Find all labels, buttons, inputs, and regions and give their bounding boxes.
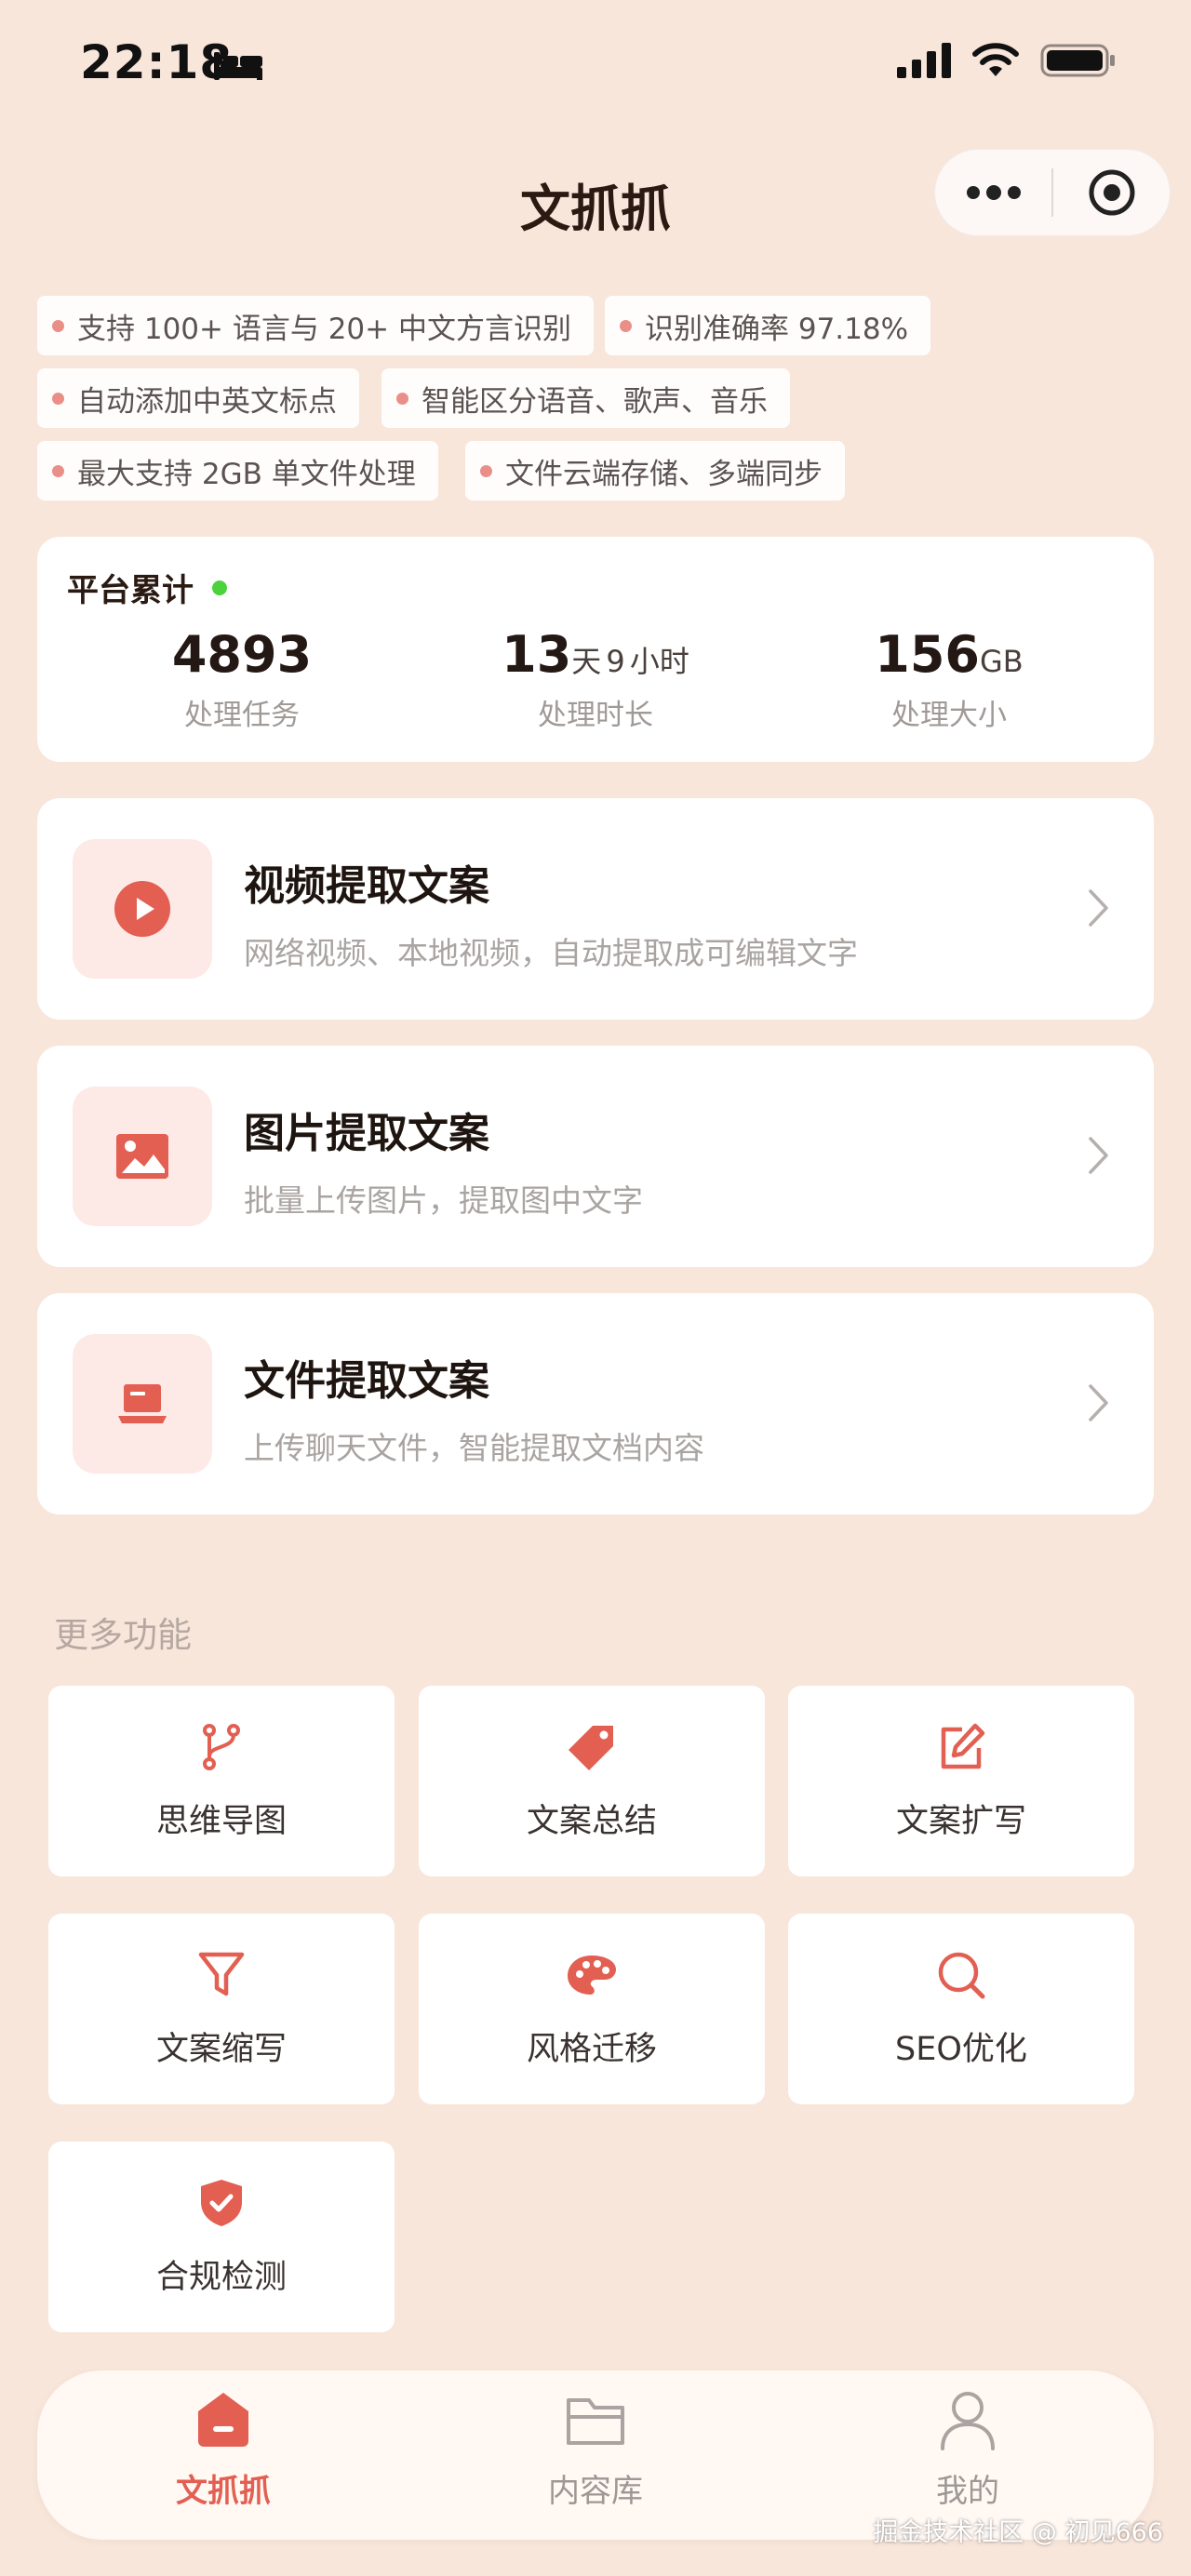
stat-duration-label: 处理时长 [538, 699, 653, 732]
tag-dot [396, 392, 408, 405]
video-icon-box [73, 839, 212, 979]
stat-size: 156GB 处理大小 [763, 625, 1135, 733]
feature-tag: 支持 100+ 语言与 20+ 中文方言识别 [37, 296, 594, 355]
platform-stats-card: 平台累计 4893 处理任务 13天 9 小时 处理时长 156GB 处理大小 [37, 537, 1154, 762]
more-icon [966, 185, 1021, 200]
edit-icon [941, 1723, 985, 1769]
tag-dot [52, 464, 64, 477]
image-icon-box [73, 1087, 212, 1226]
tag-dot [480, 464, 492, 477]
feature-tag: 自动添加中英文标点 [37, 368, 359, 428]
tag-dot [52, 392, 64, 405]
chevron-right-icon [1089, 1137, 1108, 1174]
tool-mind-map[interactable]: 思维导图 [48, 1686, 395, 1876]
tag-label: 智能区分语音、歌声、音乐 [422, 384, 768, 419]
tag-label: 识别准确率 97.18% [645, 312, 909, 346]
stat-hours-value: 9 [606, 644, 625, 679]
feature-tag: 智能区分语音、歌声、音乐 [381, 368, 790, 428]
stats-title-label: 平台累计 [67, 572, 194, 609]
folder-icon [567, 2398, 624, 2445]
feature-desc: 批量上传图片，提取图中文字 [244, 1182, 643, 1219]
stat-tasks: 4893 处理任务 [56, 625, 428, 733]
tool-expand[interactable]: 文案扩写 [788, 1686, 1134, 1876]
home-icon [198, 2393, 248, 2447]
palette-icon [568, 1955, 616, 1995]
tool-compliance[interactable]: 合规检测 [48, 2142, 395, 2332]
branch-icon [203, 1724, 240, 1770]
tag-label: 最大支持 2GB 单文件处理 [77, 457, 416, 491]
tool-label: 文案总结 [526, 1803, 657, 1840]
user-icon [941, 2392, 995, 2450]
battery-icon [1040, 44, 1115, 77]
more-button[interactable] [935, 150, 1051, 235]
stat-tasks-value: 4893 [171, 625, 313, 684]
tool-label: SEO优化 [895, 2031, 1027, 2068]
tool-summary[interactable]: 文案总结 [419, 1686, 765, 1876]
tag-label: 文件云端存储、多端同步 [505, 457, 823, 491]
chevron-right-icon [1089, 1384, 1108, 1421]
feature-desc: 网络视频、本地视频，自动提取成可编辑文字 [244, 935, 858, 971]
mini-program-capsule [934, 149, 1171, 236]
close-button[interactable] [1053, 150, 1170, 235]
status-time: 22:18 [80, 35, 234, 89]
feature-tag: 最大支持 2GB 单文件处理 [37, 441, 438, 501]
filter-icon [198, 1952, 245, 1996]
feature-desc: 上传聊天文件，智能提取文档内容 [244, 1430, 704, 1466]
tool-condense[interactable]: 文案缩写 [48, 1914, 395, 2104]
search-icon [938, 1952, 985, 1999]
tag-label: 支持 100+ 语言与 20+ 中文方言识别 [77, 312, 571, 346]
tab-label: 我的 [936, 2473, 999, 2510]
feature-title: 视频提取文案 [244, 862, 489, 910]
tab-profile[interactable]: 我的 [782, 2387, 1154, 2511]
target-icon [1089, 169, 1134, 216]
tool-label: 思维导图 [155, 1803, 287, 1840]
shield-check-icon [201, 2180, 242, 2226]
stat-hours-unit: 小时 [629, 644, 689, 679]
feature-tag: 识别准确率 97.18% [605, 296, 931, 355]
watermark: 掘金技术社区 @ 初见666 [873, 2518, 1163, 2547]
tool-label: 文案扩写 [895, 1803, 1026, 1840]
tag-dot [620, 319, 632, 332]
image-extract-card[interactable]: 图片提取文案 批量上传图片，提取图中文字 [37, 1046, 1154, 1267]
live-status-dot [212, 580, 227, 595]
tool-seo[interactable]: SEO优化 [788, 1914, 1134, 2104]
more-functions-title: 更多功能 [54, 1615, 192, 1655]
stat-days-unit: 天 [571, 644, 602, 679]
stats-title: 平台累计 [67, 565, 227, 610]
file-icon-box [73, 1334, 212, 1474]
file-extract-card[interactable]: 文件提取文案 上传聊天文件，智能提取文档内容 [37, 1293, 1154, 1515]
feature-title: 文件提取文案 [244, 1357, 489, 1405]
tag-label: 自动添加中英文标点 [77, 384, 337, 419]
chevron-right-icon [1089, 889, 1108, 927]
video-extract-card[interactable]: 视频提取文案 网络视频、本地视频，自动提取成可编辑文字 [37, 798, 1154, 1020]
stat-tasks-label: 处理任务 [184, 699, 300, 732]
stat-size-label: 处理大小 [891, 699, 1007, 732]
stat-size-value: 156 [875, 625, 980, 684]
tab-library[interactable]: 内容库 [409, 2387, 782, 2511]
tool-label: 合规检测 [155, 2259, 287, 2296]
tag-icon [569, 1726, 613, 1770]
feature-tag: 文件云端存储、多端同步 [465, 441, 845, 501]
stat-size-unit: GB [979, 644, 1024, 679]
stat-duration: 13天 9 小时 处理时长 [409, 625, 782, 733]
wifi-icon [972, 43, 1019, 76]
laptop-icon [118, 1384, 167, 1423]
tool-label: 风格迁移 [526, 2031, 657, 2068]
signal-icon [897, 43, 951, 78]
stat-days-value: 13 [502, 625, 572, 684]
tool-label: 文案缩写 [155, 2031, 287, 2068]
tab-label: 内容库 [548, 2473, 643, 2510]
tab-home[interactable]: 文抓抓 [37, 2387, 409, 2511]
tab-label: 文抓抓 [176, 2473, 271, 2510]
tag-dot [52, 319, 64, 332]
tool-style-transfer[interactable]: 风格迁移 [419, 1914, 765, 2104]
image-icon [116, 1134, 168, 1179]
feature-title: 图片提取文案 [244, 1110, 489, 1157]
status-icons [897, 43, 1117, 78]
play-icon [114, 881, 170, 937]
sleep-mode-icon [212, 48, 264, 86]
